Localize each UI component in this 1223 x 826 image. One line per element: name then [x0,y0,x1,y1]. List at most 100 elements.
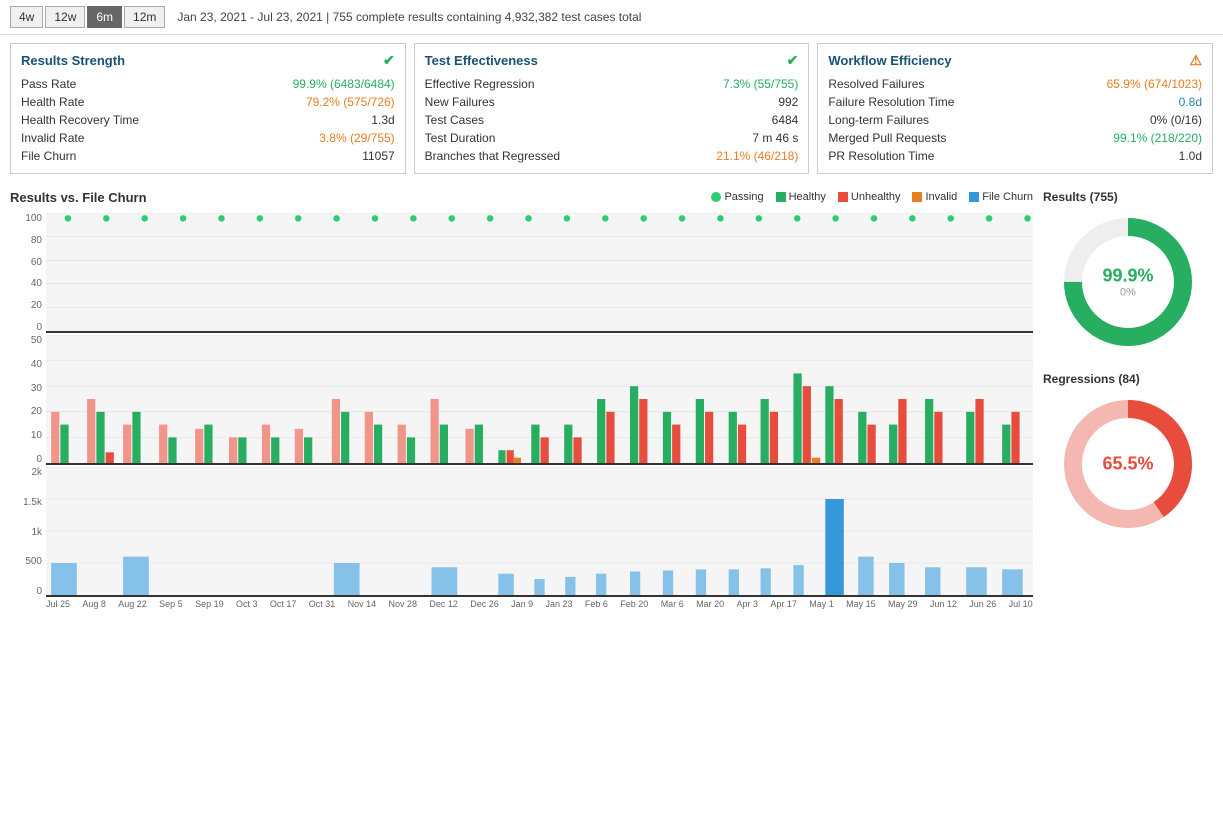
results-donut-percentage: 99.9% [1102,266,1153,287]
pass-rate-value: 99.9% (6483/6484) [293,77,395,91]
passing-dot-icon [711,192,721,202]
chart-title: Results vs. File Churn [10,190,147,205]
health-bar-svg [46,335,1033,463]
legend-passing-label: Passing [724,191,763,203]
legend-unhealthy: Unhealthy [838,191,901,203]
new-failures-label: New Failures [425,95,495,109]
filechurn-sq-icon [969,192,979,202]
pr-resolution-label: PR Resolution Time [828,149,934,163]
results-donut-sublabel: 0% [1102,287,1153,299]
results-donut-section: Results (755) 99.9% 0% [1043,190,1213,352]
test-effectiveness-check-icon: ✔ [787,52,799,69]
test-cases-row: Test Cases 6484 [425,111,799,129]
effective-regression-label: Effective Regression [425,77,535,91]
churn-y-axis: 2k 1.5k 1k 500 0 [10,467,46,597]
failure-resolution-value: 0.8d [1179,95,1202,109]
legend-invalid-label: Invalid [925,191,957,203]
results-donut-wrapper: 99.9% 0% [1058,212,1198,352]
resolved-failures-row: Resolved Failures 65.9% (674/1023) [828,75,1202,93]
health-rate-value: 79.2% (575/726) [306,95,395,109]
invalid-sq-icon [912,192,922,202]
branches-regressed-value: 21.1% (46/218) [716,149,798,163]
branches-regressed-label: Branches that Regressed [425,149,560,163]
test-cases-label: Test Cases [425,113,484,127]
legend-healthy-label: Healthy [789,191,826,203]
health-recovery-row: Health Recovery Time 1.3d [21,111,395,129]
test-duration-row: Test Duration 7 m 46 s [425,129,799,147]
merged-pr-value: 99.1% (218/220) [1113,131,1202,145]
test-effectiveness-card: Test Effectiveness ✔ Effective Regressio… [414,43,810,174]
pr-resolution-value: 1.0d [1179,149,1202,163]
pass-rate-row: Pass Rate 99.9% (6483/6484) [21,75,395,93]
test-duration-label: Test Duration [425,131,496,145]
top-bar: 4w 12w 6m 12m Jan 23, 2021 - Jul 23, 202… [0,0,1223,35]
effective-regression-row: Effective Regression 7.3% (55/755) [425,75,799,93]
results-strength-check-icon: ✔ [383,52,395,69]
results-donut-center: 99.9% 0% [1102,266,1153,299]
pass-rate-svg [46,213,1033,331]
invalid-rate-row: Invalid Rate 3.8% (29/755) [21,129,395,147]
time-btn-12w[interactable]: 12w [45,6,85,28]
health-bar-chart: 50 40 30 20 10 0 [10,335,1033,465]
results-donut-title: Results (755) [1043,190,1213,204]
invalid-rate-label: Invalid Rate [21,131,84,145]
legend-unhealthy-label: Unhealthy [851,191,901,203]
effective-regression-value: 7.3% (55/755) [723,77,798,91]
results-strength-card: Results Strength ✔ Pass Rate 99.9% (6483… [10,43,406,174]
legend-healthy: Healthy [776,191,826,203]
health-recovery-value: 1.3d [371,113,394,127]
churn-chart: 2k 1.5k 1k 500 0 [10,467,1033,597]
health-rate-label: Health Rate [21,95,84,109]
pr-resolution-row: PR Resolution Time 1.0d [828,147,1202,165]
health-recovery-label: Health Recovery Time [21,113,139,127]
churn-chart-inner [46,467,1033,597]
new-failures-value: 992 [778,95,798,109]
chart-area: Results vs. File Churn Passing Healthy U… [0,182,1223,617]
chart-legend: Passing Healthy Unhealthy Invalid File C… [711,191,1033,203]
legend-passing: Passing [711,191,763,203]
test-effectiveness-title: Test Effectiveness [425,53,538,68]
test-cases-value: 6484 [772,113,799,127]
regressions-donut-percentage: 65.5% [1102,454,1153,475]
healthy-sq-icon [776,192,786,202]
time-btn-12m[interactable]: 12m [124,6,165,28]
longterm-failures-value: 0% (0/16) [1150,113,1202,127]
workflow-efficiency-title: Workflow Efficiency [828,53,951,68]
legend-filechurn: File Churn [969,191,1033,203]
failure-resolution-label: Failure Resolution Time [828,95,954,109]
longterm-failures-row: Long-term Failures 0% (0/16) [828,111,1202,129]
resolved-failures-value: 65.9% (674/1023) [1107,77,1202,91]
file-churn-label: File Churn [21,149,76,163]
pass-rate-label: Pass Rate [21,77,76,91]
health-rate-row: Health Rate 79.2% (575/726) [21,93,395,111]
file-churn-row: File Churn 11057 [21,147,395,165]
workflow-efficiency-warn-icon: ⚠ [1189,52,1202,69]
file-churn-value: 11057 [362,149,394,163]
metrics-row: Results Strength ✔ Pass Rate 99.9% (6483… [0,35,1223,182]
results-strength-header: Results Strength ✔ [21,52,395,69]
legend-invalid: Invalid [912,191,957,203]
health-y-axis: 50 40 30 20 10 0 [10,335,46,465]
test-effectiveness-header: Test Effectiveness ✔ [425,52,799,69]
legend-filechurn-label: File Churn [982,191,1033,203]
time-btn-4w[interactable]: 4w [10,6,43,28]
test-duration-value: 7 m 46 s [752,131,798,145]
failure-resolution-row: Failure Resolution Time 0.8d [828,93,1202,111]
longterm-failures-label: Long-term Failures [828,113,929,127]
health-bar-chart-inner [46,335,1033,465]
pass-y-axis: 100 80 60 40 20 0 [10,213,46,333]
pass-rate-chart-inner [46,213,1033,333]
pass-rate-chart: 100 80 60 40 20 0 [10,213,1033,333]
regressions-donut-center: 65.5% [1102,454,1153,475]
merged-pr-row: Merged Pull Requests 99.1% (218/220) [828,129,1202,147]
workflow-efficiency-card: Workflow Efficiency ⚠ Resolved Failures … [817,43,1213,174]
regressions-donut-wrapper: 65.5% [1058,394,1198,534]
branches-regressed-row: Branches that Regressed 21.1% (46/218) [425,147,799,165]
workflow-efficiency-header: Workflow Efficiency ⚠ [828,52,1202,69]
new-failures-row: New Failures 992 [425,93,799,111]
churn-svg [46,467,1033,595]
time-btn-6m[interactable]: 6m [87,6,122,28]
chart-right-panel: Results (755) 99.9% 0% Regressions (84) [1033,190,1213,609]
date-range-label: Jan 23, 2021 - Jul 23, 2021 | 755 comple… [177,10,641,24]
x-axis-labels: Jul 25 Aug 8 Aug 22 Sep 5 Sep 19 Oct 3 O… [10,599,1033,609]
